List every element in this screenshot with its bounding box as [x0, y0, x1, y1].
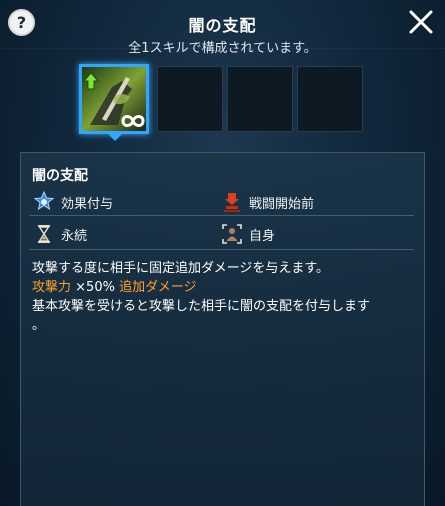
attribute-label: 自身	[249, 228, 276, 244]
skill-name: 闇の支配	[32, 168, 88, 184]
attribute-target: 自身	[221, 223, 275, 245]
attribute-label: 戦闘開始前	[249, 196, 315, 212]
skill-slot-4[interactable]	[297, 66, 363, 132]
close-button[interactable]	[407, 8, 435, 36]
stat-label: 攻撃力	[32, 280, 72, 295]
description-line: 。	[32, 318, 46, 333]
skill-slot-1[interactable]	[79, 64, 149, 134]
selection-pointer	[108, 134, 122, 141]
pre-battle-icon	[224, 193, 240, 212]
attribute-timing: 戦闘開始前	[221, 191, 314, 213]
attribute-divider	[29, 215, 414, 216]
attribute-duration: 永続	[33, 223, 87, 245]
stat-line: 攻撃力 ×50% 追加ダメージ	[32, 278, 414, 297]
attribute-effect-type: 効果付与	[33, 191, 113, 213]
skill-count-subtitle: 全1スキルで構成されています。	[128, 41, 317, 56]
effect-grant-icon	[33, 191, 55, 211]
skill-detail-popup: ? 闇の支配 全1スキルで構成されています。 闇の支配 効果付与 戦闘開始前 永…	[0, 0, 445, 506]
description-line: 基本攻撃を受けると攻撃した相手に闇の支配を付与します	[32, 299, 371, 314]
skill-detail-panel: 闇の支配 効果付与 戦闘開始前 永続 自身 攻撃する度に相手に固定追加ダメージを…	[20, 152, 425, 506]
attribute-label: 効果付与	[61, 196, 114, 212]
page-title: 闇の支配	[188, 16, 257, 35]
hourglass-icon	[38, 225, 50, 243]
stat-value: ×50%	[75, 280, 115, 295]
attribute-divider	[29, 249, 414, 250]
close-icon	[409, 10, 433, 34]
description-line: 攻撃する度に相手に固定追加ダメージを与えます。	[32, 261, 330, 276]
skill-slot-2[interactable]	[157, 66, 223, 132]
skill-slot-3[interactable]	[227, 66, 293, 132]
attribute-label: 永続	[61, 228, 88, 244]
self-target-icon	[222, 224, 242, 244]
dark-knight-skill-icon	[82, 67, 146, 131]
stat-suffix: 追加ダメージ	[119, 280, 197, 295]
